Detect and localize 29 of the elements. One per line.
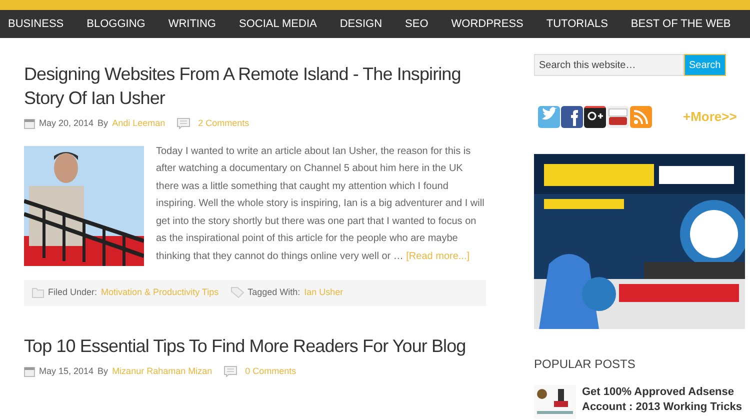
post-date: May 20, 2014: [39, 117, 94, 130]
section-heading: POPULAR POSTS: [534, 356, 636, 373]
popular-post-link[interactable]: Get 100% Approved Adsense Account : 2013 Working Tricks: [582, 385, 745, 415]
nav-link[interactable]: BUSINESS: [8, 16, 64, 32]
post-title[interactable]: Designing Websites From A Remote Island - The Inspiring Story Of Ian Usher: [24, 62, 486, 110]
byline-label: By: [98, 364, 108, 378]
calendar-icon: [24, 366, 35, 377]
comment-icon: [224, 366, 238, 377]
nav-link[interactable]: TUTORIALS: [546, 16, 608, 32]
post-title[interactable]: Top 10 Essential Tips To Find More Readers For Your Blog: [24, 334, 486, 358]
nav-link[interactable]: SOCIAL MEDIA: [239, 16, 317, 32]
nav-link[interactable]: SEO: [405, 16, 428, 32]
nav-link[interactable]: WRITING: [168, 16, 216, 32]
nav-link[interactable]: BLOGGING: [86, 16, 146, 32]
nav-link[interactable]: WORDPRESS: [451, 16, 524, 32]
facebook-icon[interactable]: [561, 106, 583, 128]
nav-link[interactable]: BEST OF THE WEB: [630, 16, 731, 32]
calendar-icon: [24, 118, 35, 130]
post-date: May 15, 2014: [39, 364, 94, 378]
post-excerpt: Today I wanted to write an article about Ian Usher, the reason for this is after watching a documentary on Channel 5 about him here in the UK there was a little something that caught my attention which I found inspiring. Well the whole story is inspiring, Ian is a big adventurer and I will get into the story shortly but there was one part that I wanted to focus on as the inspirational point of this article for the people who are maybe thinking that they cannot do things online very well or … [Read more...]: [156, 144, 486, 264]
search-field[interactable]: Search this website…: [534, 54, 684, 76]
comment-icon: [177, 118, 190, 130]
google-plus-icon[interactable]: [584, 106, 606, 128]
tag-icon: [230, 287, 244, 298]
folder-icon: [32, 287, 44, 298]
byline-label: By: [98, 117, 108, 130]
filed-under-label: Filed Under:: [48, 286, 98, 299]
tagged-with-label: Tagged With:: [248, 286, 300, 299]
nav-link[interactable]: DESIGN: [340, 16, 382, 32]
